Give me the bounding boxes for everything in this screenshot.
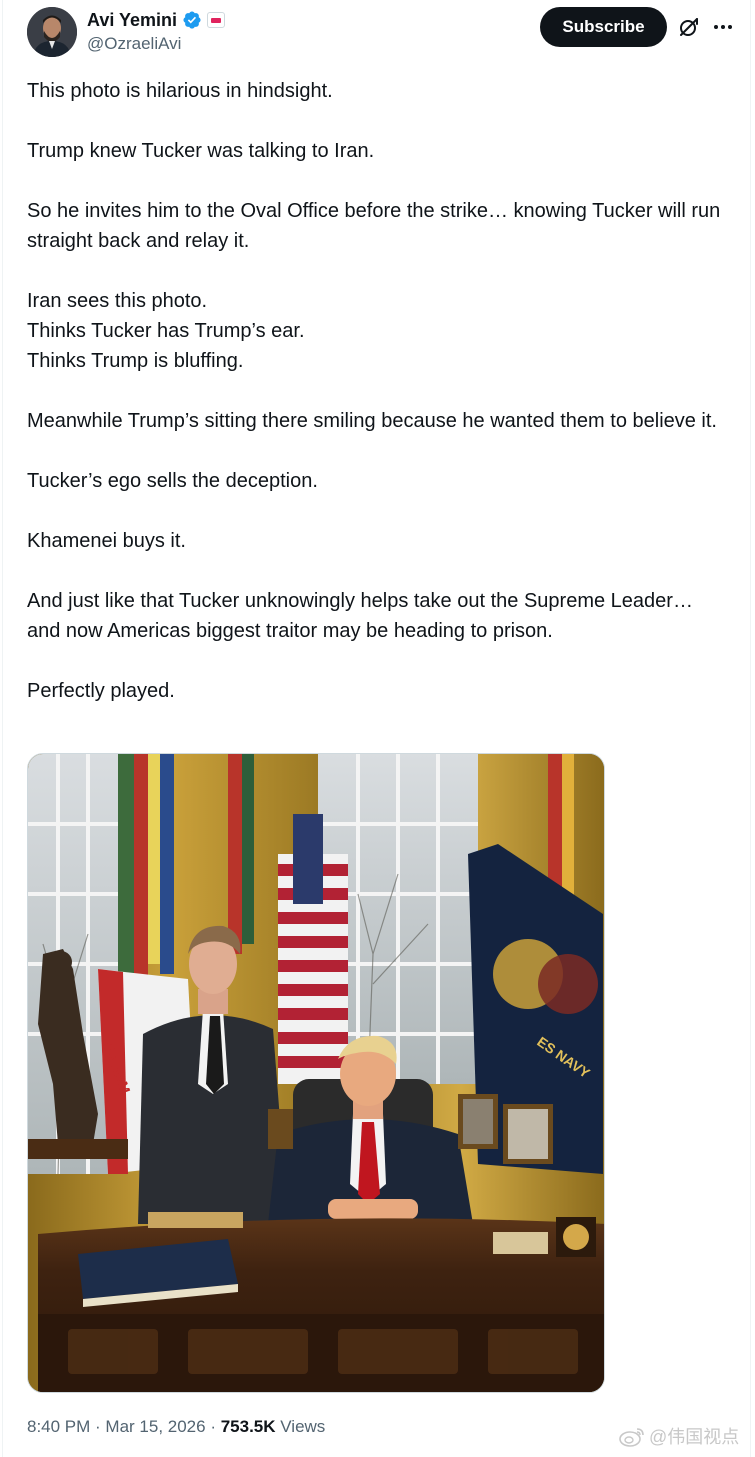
tweet-date[interactable]: Mar 15, 2026 (105, 1417, 205, 1436)
tweet-paragraph: Meanwhile Trump’s sitting there smiling … (27, 410, 717, 432)
affiliate-badge-icon[interactable] (207, 12, 226, 28)
more-options-icon[interactable] (711, 15, 735, 39)
meta-separator: · (205, 1417, 221, 1436)
oval-office-photo: ES ARM ES NAVY (28, 754, 604, 1392)
tweet-photo[interactable]: ES ARM ES NAVY (27, 753, 605, 1393)
author-avatar[interactable] (27, 7, 77, 57)
tweet-paragraph: Perfectly played. (27, 680, 175, 702)
grok-icon[interactable] (677, 15, 701, 39)
subscribe-button[interactable]: Subscribe (540, 7, 667, 47)
author-handle[interactable]: @OzraeliAvi (87, 33, 181, 55)
tweet-paragraph: This photo is hilarious in hindsight. (27, 80, 333, 102)
weibo-logo-icon (619, 1428, 644, 1447)
views-count[interactable]: 753.5K (221, 1417, 276, 1436)
tweet-paragraph: So he invites him to the Oval Office bef… (27, 200, 721, 252)
tweet-meta: 8:40 PM · Mar 15, 2026 · 753.5K Views (27, 1416, 325, 1438)
views-label: Views (275, 1417, 326, 1436)
tweet-paragraph: Iran sees this photo. Thinks Tucker has … (27, 290, 305, 372)
watermark-text: @伟国视点 (649, 1427, 740, 1447)
author-display-name[interactable]: Avi Yemini (87, 9, 177, 31)
tweet-text: This photo is hilarious in hindsight. Tr… (27, 76, 727, 736)
meta-separator: · (90, 1417, 106, 1436)
author-name-row[interactable]: Avi Yemini (87, 8, 226, 32)
avatar-image (27, 7, 77, 57)
watermark: @伟国视点 (619, 1424, 739, 1450)
tweet-paragraph: Khamenei buys it. (27, 530, 186, 552)
tweet-time[interactable]: 8:40 PM (27, 1417, 90, 1436)
tweet-paragraph: Trump knew Tucker was talking to Iran. (27, 140, 375, 162)
tweet-paragraph: Tucker’s ego sells the deception. (27, 470, 318, 492)
tweet-container: Avi Yemini @OzraeliAvi Subscribe This ph… (2, 0, 751, 1457)
verified-badge-icon[interactable] (182, 10, 202, 30)
tweet-paragraph: And just like that Tucker unknowingly he… (27, 590, 693, 642)
